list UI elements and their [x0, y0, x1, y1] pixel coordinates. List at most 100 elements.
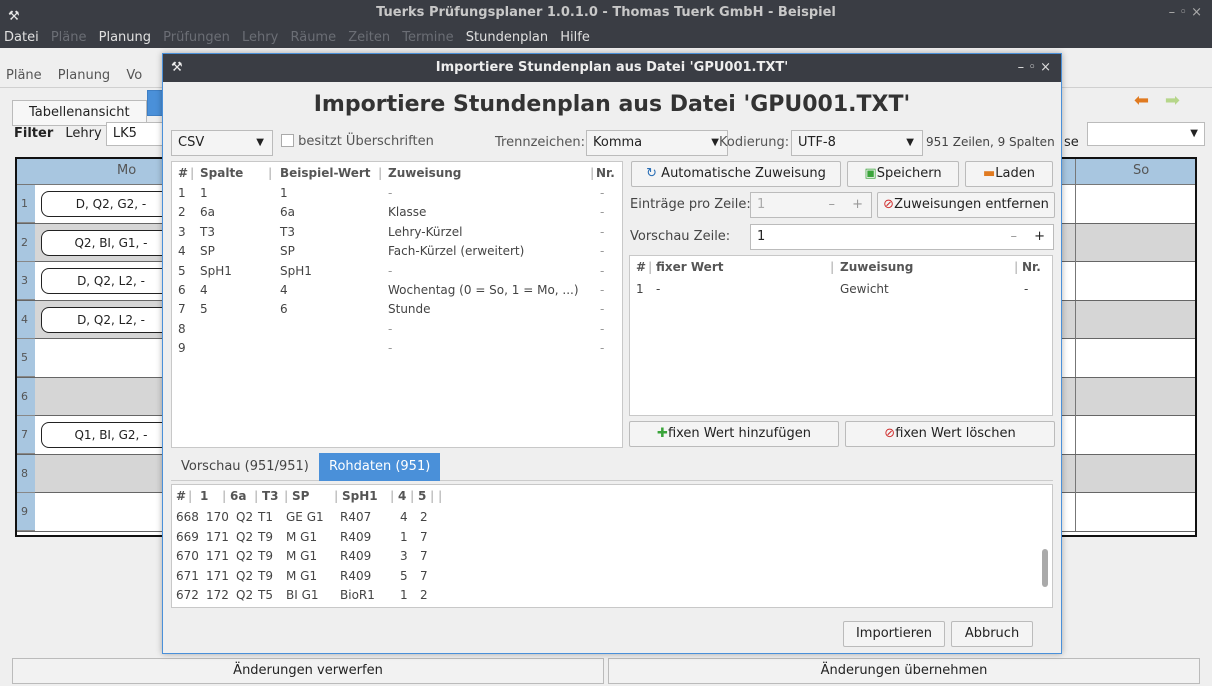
- mapping-cell-beispiel: T3: [280, 224, 295, 239]
- minus-icon[interactable]: –: [829, 193, 836, 217]
- fixed-hdr-hash: #: [636, 260, 647, 274]
- raw-cell: 2: [420, 588, 428, 602]
- undo-icon[interactable]: ⬅: [1134, 90, 1149, 111]
- mapping-cell-zuweisung: -: [388, 263, 393, 278]
- encoding-select[interactable]: UTF-8 ▼: [791, 130, 923, 156]
- mapping-row[interactable]: 2 6a 6a Klasse -: [176, 203, 620, 222]
- tab-preview[interactable]: Vorschau (951/951): [181, 453, 309, 481]
- submenu-planung[interactable]: Planung: [52, 64, 116, 88]
- lehry-input[interactable]: LK5: [105, 122, 166, 146]
- tab-raw-data[interactable]: Rohdaten (951): [319, 453, 441, 481]
- lesson-cell[interactable]: D, Q2, L2, -: [41, 306, 181, 333]
- mapping-row[interactable]: 7 5 6 Stunde -: [176, 300, 620, 319]
- format-select[interactable]: CSV ▼: [171, 130, 273, 156]
- separator-select[interactable]: Komma ▼: [586, 130, 728, 156]
- submenu-plaene[interactable]: Pläne: [0, 64, 48, 88]
- raw-row[interactable]: 670 171 Q2 T9 M G1 R409 3 7: [176, 547, 1036, 566]
- raw-scrollbar-thumb[interactable]: [1042, 549, 1048, 587]
- entries-input[interactable]: 1 – +: [750, 192, 872, 218]
- mapping-row[interactable]: 4 SP SP Fach-Kürzel (erweitert) -: [176, 242, 620, 261]
- mapping-row[interactable]: 9 - -: [176, 339, 620, 358]
- refresh-icon: ↻: [646, 166, 658, 181]
- row-number: 4: [17, 300, 35, 339]
- mapping-cell-nr: -: [600, 283, 605, 297]
- raw-cell: 171: [206, 568, 229, 583]
- mapping-cell-nr: -: [600, 224, 605, 239]
- plus-icon[interactable]: +: [1034, 225, 1045, 249]
- raw-cell: M G1: [286, 529, 318, 544]
- cancel-button[interactable]: Abbruch: [951, 621, 1033, 647]
- mapping-row[interactable]: 3 T3 T3 Lehry-Kürzel -: [176, 223, 620, 242]
- lesson-cell[interactable]: D, Q2, L2, -: [41, 268, 181, 294]
- mapping-cell-beispiel: SP: [280, 244, 295, 259]
- fixed-hdr-zuweisung: Zuweisung: [840, 260, 914, 274]
- menu-plaene[interactable]: Pläne: [47, 28, 91, 48]
- dialog-window-controls[interactable]: – ◦ ×: [1018, 54, 1051, 82]
- save-button[interactable]: ▣Speichern: [847, 161, 959, 187]
- hdr-hash: #: [178, 166, 189, 180]
- menu-stundenplan[interactable]: Stundenplan: [462, 28, 552, 48]
- menu-raeume[interactable]: Räume: [286, 28, 340, 48]
- mapping-row[interactable]: 111--: [176, 184, 620, 203]
- raw-row[interactable]: 668 170 Q2 T1 GE G1 R407 4 2: [176, 508, 1036, 527]
- encoding-value: UTF-8: [798, 135, 836, 150]
- submenu-vo[interactable]: Vo: [120, 64, 148, 88]
- auto-assign-button[interactable]: ↻ Automatische Zuweisung: [631, 161, 841, 187]
- menu-zeiten[interactable]: Zeiten: [344, 28, 394, 48]
- menu-hilfe[interactable]: Hilfe: [556, 28, 594, 48]
- discard-changes-button[interactable]: Änderungen verwerfen: [12, 658, 604, 684]
- lehry-label: Lehry: [65, 126, 102, 141]
- raw-hdr: 1: [200, 489, 209, 503]
- no-entry-icon: ⊘: [883, 197, 895, 212]
- has-headers-checkbox[interactable]: besitzt Überschriften: [281, 134, 434, 149]
- raw-cell: Q2: [236, 529, 254, 544]
- minus-icon[interactable]: –: [1011, 225, 1018, 249]
- apply-changes-button[interactable]: Änderungen übernehmen: [608, 658, 1200, 684]
- entries-label: Einträge pro Zeile:: [630, 197, 751, 212]
- mapping-cell-nr: -: [600, 186, 605, 200]
- lesson-cell[interactable]: Q2, BI, G1, -: [41, 229, 181, 256]
- fixed-cell-i: 1: [636, 282, 644, 296]
- lesson-cell[interactable]: D, Q2, G2, -: [41, 191, 181, 217]
- mapping-row[interactable]: 6 4 4 Wochentag (0 = So, 1 = Mo, ...) -: [176, 281, 620, 300]
- entries-value: 1: [757, 197, 766, 212]
- fixed-cell-nr: -: [1024, 282, 1029, 296]
- menu-datei[interactable]: Datei: [0, 28, 43, 48]
- raw-row[interactable]: 672 172 Q2 T5 BI G1 BioR1 1 2: [176, 586, 1036, 605]
- mapping-row[interactable]: 5 SpH1 SpH1 - -: [176, 262, 620, 281]
- redo-icon[interactable]: ➡: [1165, 90, 1180, 111]
- raw-cell: 4: [400, 510, 408, 524]
- mapping-cell-zuweisung: -: [388, 321, 393, 336]
- filter-right-select[interactable]: ▼: [1086, 122, 1205, 146]
- mapping-cell-zuweisung: Fach-Kürzel (erweitert): [388, 244, 525, 259]
- menu-planung[interactable]: Planung: [95, 28, 155, 48]
- no-entry-icon: ⊘: [884, 426, 896, 441]
- lesson-cell[interactable]: Q1, BI, G2, -: [41, 422, 181, 448]
- hdr-spalte: Spalte: [200, 166, 244, 180]
- delete-fixed-value-button[interactable]: ⊘fixen Wert löschen: [845, 421, 1055, 447]
- mapping-row[interactable]: 8 - -: [176, 320, 620, 339]
- mapping-cell-i: 9: [178, 341, 186, 356]
- raw-row[interactable]: 669 171 Q2 T9 M G1 R409 1 7: [176, 528, 1036, 547]
- raw-cell: 1: [400, 529, 408, 544]
- load-button[interactable]: ▬Laden: [965, 161, 1053, 187]
- preview-row-input[interactable]: 1 – +: [750, 224, 1054, 250]
- menu-pruefungen[interactable]: Prüfungen: [159, 28, 234, 48]
- menu-lehry[interactable]: Lehry: [238, 28, 282, 48]
- import-button[interactable]: Importieren: [843, 621, 945, 647]
- raw-cell: 672: [176, 588, 199, 602]
- encoding-label: Kodierung:: [719, 135, 790, 150]
- window-controls[interactable]: – ◦ ×: [1169, 0, 1202, 26]
- fixed-row[interactable]: 1 - Gewicht -: [634, 280, 1050, 299]
- remove-assignments-button[interactable]: ⊘Zuweisungen entfernen: [877, 192, 1055, 218]
- raw-row[interactable]: 671 171 Q2 T9 M G1 R409 5 7: [176, 567, 1036, 586]
- mapping-cell-spalte: 6a: [200, 205, 215, 220]
- mapping-cell-beispiel: 1: [280, 186, 288, 200]
- raw-cell: 670: [176, 549, 199, 563]
- add-fixed-value-button[interactable]: ✚fixen Wert hinzufügen: [629, 421, 839, 447]
- mapping-cell-i: 3: [178, 224, 186, 239]
- menu-termine[interactable]: Termine: [398, 28, 457, 48]
- plus-icon[interactable]: +: [852, 193, 863, 217]
- raw-hdr: T3: [262, 489, 279, 503]
- mapping-cell-beispiel: 4: [280, 283, 288, 297]
